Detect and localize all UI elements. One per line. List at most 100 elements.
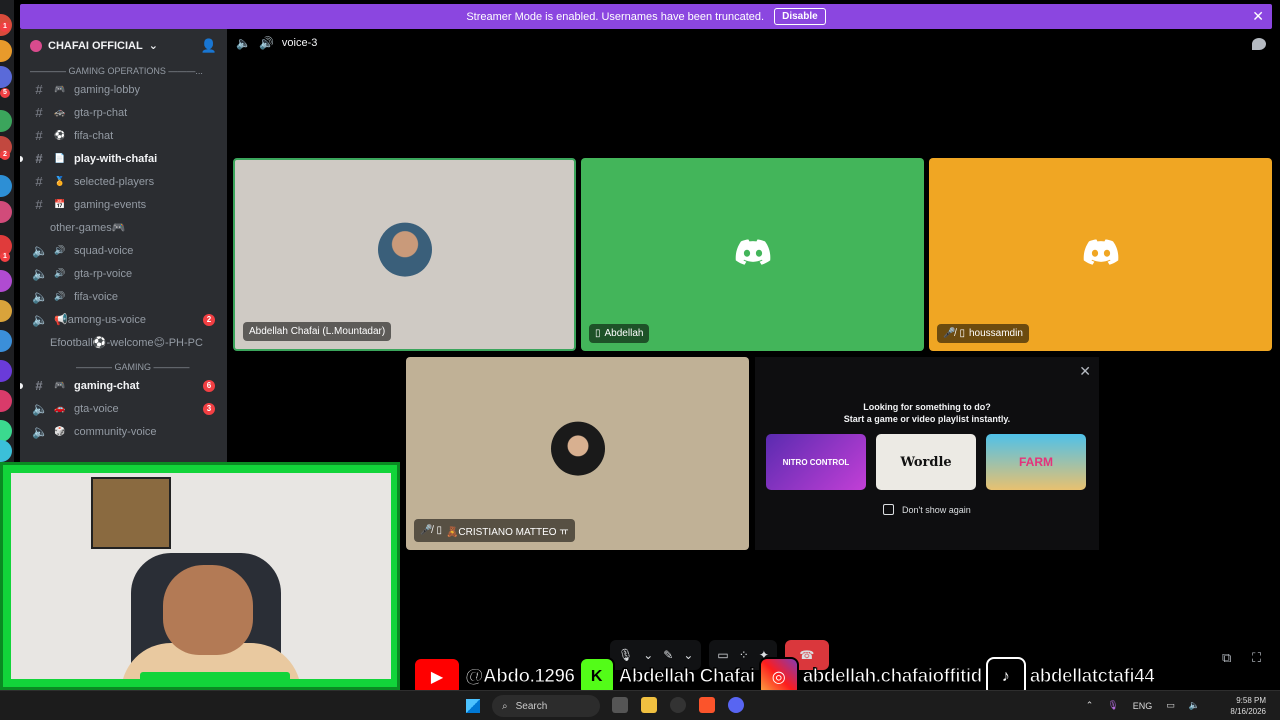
windows-start-icon[interactable]	[466, 699, 480, 713]
channel-label: fifa-voice	[74, 290, 119, 303]
language-indicator[interactable]: ENG	[1133, 701, 1153, 711]
channel-fifa-voice[interactable]: 🔈 🔊 fifa-voice	[20, 285, 227, 308]
hash-icon: #	[35, 128, 43, 143]
clock-time: 9:58 PM	[1236, 696, 1266, 705]
speaker-icon: 🔈	[32, 311, 49, 327]
channel-gta-rp-voice[interactable]: 🔈 🔊 gta-rp-voice	[20, 262, 227, 285]
server-icon[interactable]	[0, 66, 12, 88]
disable-button[interactable]: Disable	[774, 8, 826, 25]
server-icon[interactable]	[0, 440, 12, 462]
channel-gaming-chat[interactable]: # 🎮 gaming-chat 6	[20, 374, 227, 397]
server-icon[interactable]	[0, 330, 12, 352]
mobile-icon: ▯	[595, 328, 601, 339]
unread-indicator	[20, 382, 23, 389]
channel-efootball[interactable]: Efootball⚽-welcome😊-PH-PC	[20, 331, 227, 354]
channel-emoji: 🎮	[54, 380, 66, 390]
server-icon[interactable]	[0, 40, 12, 62]
system-tray: ⌃ 🎙 ENG ▭ 🔈	[1086, 700, 1200, 711]
activity-card-nitro-control[interactable]: NITRO CONTROL	[766, 434, 866, 490]
search-label: Search	[515, 700, 548, 712]
category-gaming-operations[interactable]: ———— GAMING OPERATIONS ———...	[20, 62, 227, 78]
channel-gta-voice[interactable]: 🔈 🚗 gta-voice 3	[20, 397, 227, 420]
popout-icon[interactable]: ⧉	[1222, 650, 1231, 666]
hash-icon: #	[35, 378, 43, 393]
speaker-icon: 🔈	[32, 242, 49, 258]
channel-fifa-chat[interactable]: # ⚽ fifa-chat	[20, 124, 227, 147]
voice-channel-name: voice-3	[281, 37, 318, 49]
channel-selected-players[interactable]: # 🏅 selected-players	[20, 170, 227, 193]
add-user-icon[interactable]: 👤	[201, 38, 217, 54]
participant-tile[interactable]: Abdellah Chafai (L.Mountadar)	[233, 158, 576, 351]
server-icon[interactable]	[0, 390, 12, 412]
channel-emoji: 🔊	[54, 245, 66, 255]
participant-name: Abdellah	[604, 328, 644, 339]
channel-label: gta-voice	[74, 402, 119, 415]
channel-label: Efootball⚽-welcome😊-PH-PC	[50, 337, 203, 349]
chevron-up-icon[interactable]: ⌃	[1086, 700, 1094, 711]
taskbar-search[interactable]: ⌕ Search	[492, 695, 600, 717]
chat-icon[interactable]	[1252, 38, 1266, 50]
channel-squad-voice[interactable]: 🔈 🔊 squad-voice	[20, 239, 227, 262]
channel-label: play-with-chafai	[74, 152, 158, 165]
chevron-down-icon: ⌄	[148, 40, 158, 52]
voice-header: 🔈 🔊 voice-3	[236, 36, 317, 50]
channel-emoji: ⚽	[54, 130, 66, 140]
server-icon[interactable]	[0, 175, 12, 197]
file-explorer-icon[interactable]	[641, 697, 657, 713]
channel-other-games[interactable]: other-games🎮	[20, 216, 227, 239]
task-view-icon[interactable]	[612, 697, 628, 713]
server-header[interactable]: CHAFAI OFFICIAL ⌄ 👤	[20, 29, 227, 62]
server-icon[interactable]	[0, 360, 12, 382]
speaker-icon: 🔈	[32, 288, 49, 304]
server-icon[interactable]	[0, 420, 12, 442]
volume-icon[interactable]: 🔈	[1189, 700, 1200, 711]
server-icon[interactable]	[0, 201, 12, 223]
participant-label: 🎤̸ ▯ houssamdin	[937, 324, 1029, 343]
discord-icon[interactable]	[728, 697, 744, 713]
channel-emoji: 🔊	[54, 291, 66, 301]
mobile-icon: ▯	[436, 525, 442, 536]
participant-tile[interactable]: 🎤̸ ▯ houssamdin	[929, 158, 1272, 351]
microphone-icon[interactable]: 🎙	[1107, 700, 1118, 711]
channel-gaming-events[interactable]: # 📅 gaming-events	[20, 193, 227, 216]
server-icon[interactable]	[0, 270, 12, 292]
clock[interactable]: 9:58 PM 8/16/2026	[1230, 695, 1266, 717]
fullscreen-icon[interactable]: ⛶	[1252, 650, 1261, 666]
participant-tile[interactable]: ▯ Abdellah	[581, 158, 924, 351]
channel-gta-rp-chat[interactable]: # 🚓 gta-rp-chat	[20, 101, 227, 124]
discord-icon	[735, 238, 770, 265]
activity-title-line2: Start a game or video playlist instantly…	[843, 414, 1011, 424]
hash-icon: #	[35, 105, 43, 120]
close-icon[interactable]: ✕	[1079, 363, 1091, 380]
channel-emoji: 🔊	[54, 268, 66, 278]
server-icon[interactable]	[0, 300, 12, 322]
dont-show-again[interactable]: Don't show again	[883, 504, 971, 515]
muted-icon: 🎤̸	[943, 328, 956, 339]
channel-label: 📢among-us-voice	[54, 314, 146, 326]
obs-icon[interactable]	[670, 697, 686, 713]
category-gaming[interactable]: ———— GAMING ————	[20, 358, 227, 374]
unread-badge: 5	[0, 88, 10, 98]
webcam-feed	[11, 473, 391, 679]
muted-icon: 🎤̸	[420, 525, 433, 536]
participant-tile[interactable]: 🎤̸ ▯ 🧸CRISTIANO MATTEO ㅠ	[406, 357, 749, 550]
server-icon[interactable]	[0, 110, 12, 132]
rifle-graphic	[140, 672, 290, 686]
unread-badge: 1	[0, 252, 10, 262]
activity-card-farm[interactable]: FARM	[986, 434, 1086, 490]
checkbox[interactable]	[883, 504, 894, 515]
speaker-icon: 🔈	[236, 36, 251, 50]
activity-card-wordle[interactable]: Wordle	[876, 434, 976, 490]
brave-icon[interactable]	[699, 697, 715, 713]
channel-community-voice[interactable]: 🔈 🎲 community-voice	[20, 420, 227, 443]
hash-icon: #	[35, 197, 43, 212]
network-icon[interactable]: ▭	[1166, 700, 1175, 711]
channel-emoji: 🎲	[54, 426, 66, 436]
channel-gaming-lobby[interactable]: # 🎮 gaming-lobby	[20, 78, 227, 101]
channel-among-us-voice[interactable]: 🔈 📢among-us-voice 2	[20, 308, 227, 331]
server-icon	[30, 39, 42, 52]
channel-play-with-chafai[interactable]: # 📄 play-with-chafai	[20, 147, 227, 170]
search-icon: ⌕	[502, 700, 508, 712]
hash-icon: #	[35, 174, 43, 189]
close-icon[interactable]: ✕	[1252, 9, 1264, 23]
